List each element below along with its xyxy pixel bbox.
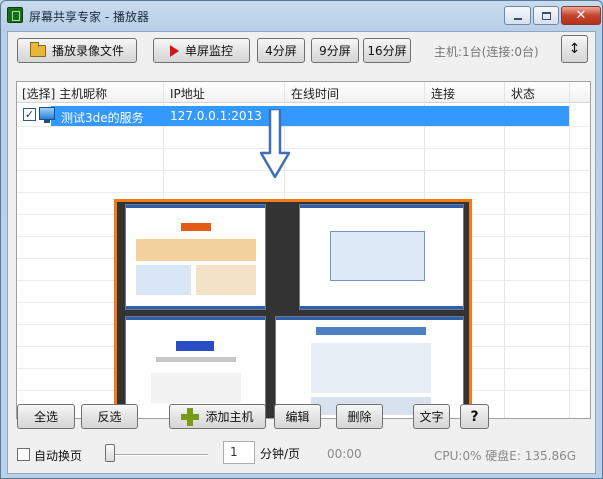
edit-button[interactable]: 编辑 [274,404,321,429]
window-title: 屏幕共享专家 - 播放器 [29,10,149,24]
elapsed-timer: 00:00 [327,447,362,461]
column-header-ip[interactable]: IP地址 [170,85,205,102]
minutes-input[interactable]: 1 [223,441,255,464]
invert-selection-button[interactable]: 反选 [81,404,138,429]
monitor-icon [39,107,55,123]
title-bar[interactable]: 屏幕共享专家 - 播放器 ✕ [1,1,602,31]
close-icon: ✕ [575,8,587,23]
down-arrow-icon [260,109,290,179]
edit-label: 编辑 [285,410,310,424]
row-divider [17,170,590,171]
host-count-status: 主机:1台(连接:0台) [434,45,539,59]
app-icon [7,7,23,23]
text-label: 文字 [419,410,444,424]
auto-page-label: 自动换页 [34,449,83,463]
column-header-name[interactable]: [选择] 主机昵称 [22,85,107,102]
delete-button[interactable]: 删除 [336,404,383,429]
screen-thumbnail [299,204,464,310]
up-down-arrow-icon: ↕ [568,41,581,57]
split-16-label: 16分屏 [367,44,407,58]
auto-page-checkbox[interactable] [17,448,30,461]
toggle-layout-button[interactable]: ↕ [561,35,588,63]
select-all-button[interactable]: 全选 [17,404,75,429]
split-4-button[interactable]: 4分屏 [257,38,305,63]
add-host-button[interactable]: 添加主机 [169,404,266,429]
help-icon: ? [470,408,479,425]
close-button[interactable]: ✕ [561,6,601,25]
play-recording-button[interactable]: 播放录像文件 [17,38,137,63]
system-status: CPU:0% 硬盘E: 135.86G [434,449,577,463]
page-interval-slider-track[interactable] [108,454,208,456]
minimize-button[interactable] [504,6,531,25]
row-divider [17,148,590,149]
minimize-icon [513,17,522,20]
row-divider [17,126,590,127]
host-name-cell: 测试3de的服务 [61,111,144,125]
single-monitor-label: 单屏监控 [184,44,233,58]
row-checkbox[interactable]: ✓ [23,108,36,121]
delete-label: 删除 [347,410,372,424]
column-header-status[interactable]: 状态 [511,85,535,102]
minutes-unit-label: 分钟/页 [260,447,301,461]
host-list[interactable]: [选择] 主机昵称 IP地址 在线时间 连接 状态 ✓ 测试3de的服务 127… [16,81,591,419]
column-header-connection[interactable]: 连接 [431,85,455,102]
column-header-online-time[interactable]: 在线时间 [291,85,339,102]
invert-selection-label: 反选 [97,410,122,424]
maximize-button[interactable] [533,6,559,25]
help-button[interactable]: ? [460,404,489,429]
four-split-preview-image [114,199,472,418]
plus-icon [181,407,200,426]
text-button[interactable]: 文字 [413,404,450,429]
split-16-button[interactable]: 16分屏 [363,38,411,63]
host-ip-cell: 127.0.0.1:2013 [170,109,262,123]
row-divider [17,192,590,193]
split-4-label: 4分屏 [265,44,297,58]
single-monitor-button[interactable]: 单屏监控 [153,38,250,63]
play-icon [169,44,179,57]
split-9-button[interactable]: 9分屏 [311,38,359,63]
folder-open-icon [29,41,46,57]
page-interval-slider-thumb[interactable] [105,444,115,462]
screen-thumbnail [125,204,266,310]
maximize-icon [541,11,551,20]
play-recording-label: 播放录像文件 [51,44,124,58]
add-host-label: 添加主机 [205,410,254,424]
select-all-label: 全选 [33,410,58,424]
split-9-label: 9分屏 [319,44,351,58]
app-window: 屏幕共享专家 - 播放器 ✕ 播放录像文件 单屏监控 4分屏 9分屏 16分屏 … [0,0,603,479]
client-area: 播放录像文件 单屏监控 4分屏 9分屏 16分屏 主机:1台(连接:0台) ↕ … [7,31,596,474]
